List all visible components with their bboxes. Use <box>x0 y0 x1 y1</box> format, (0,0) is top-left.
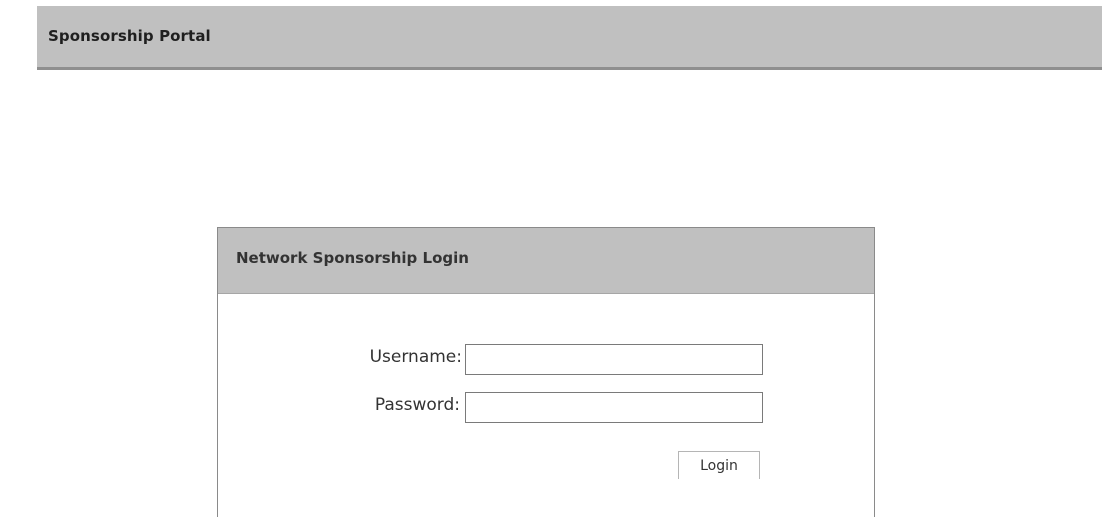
login-panel-title: Network Sponsorship Login <box>236 249 469 267</box>
password-input[interactable] <box>465 392 763 423</box>
login-button[interactable]: Login <box>678 451 760 479</box>
password-label: Password: <box>374 395 460 415</box>
portal-title: Sponsorship Portal <box>48 27 211 45</box>
login-panel-header: Network Sponsorship Login <box>218 228 874 294</box>
top-header-bar: Sponsorship Portal <box>37 6 1102 70</box>
username-label: Username: <box>369 347 462 367</box>
username-input[interactable] <box>465 344 763 375</box>
login-panel: Network Sponsorship Login Username: Pass… <box>217 227 875 517</box>
